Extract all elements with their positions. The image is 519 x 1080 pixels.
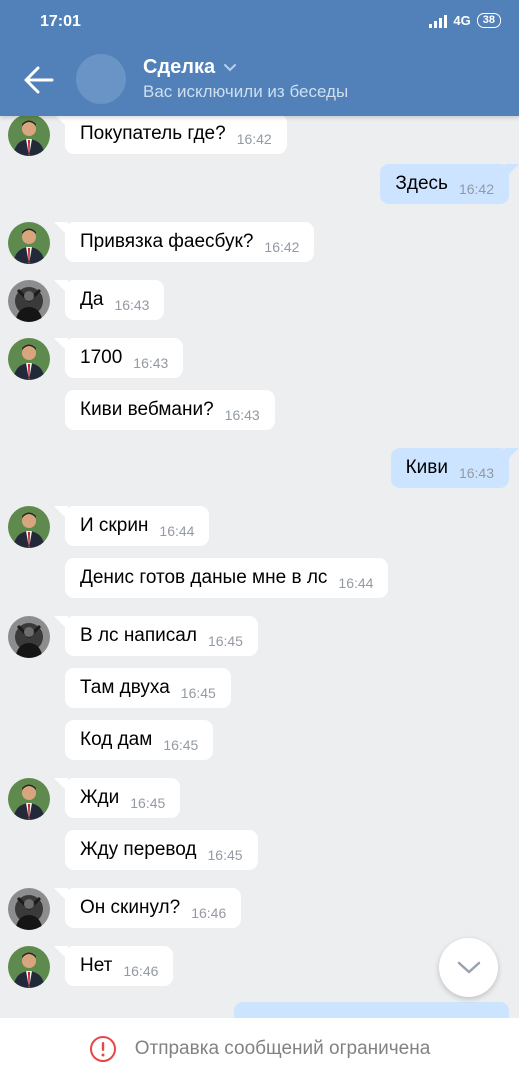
message-item: Привязка фаесбук? 16:42 xyxy=(0,222,519,264)
message-time: 16:42 xyxy=(236,130,272,147)
message-text: Денис готов даные мне в лс xyxy=(80,567,328,588)
avatar[interactable] xyxy=(8,778,50,820)
message-bubble[interactable]: Жди 16:45 xyxy=(65,778,181,818)
message-time: 16:45 xyxy=(180,684,216,701)
message-time: 16:46 xyxy=(123,962,159,979)
message-bubble[interactable]: Киви 16:43 xyxy=(390,448,509,488)
avatar[interactable] xyxy=(8,338,50,380)
message-bubble[interactable]: Денис готов даные мне в лс 16:44 xyxy=(65,558,389,598)
message-time: 16:45 xyxy=(207,846,243,863)
message-bubble[interactable]: Жду перевод 16:45 xyxy=(65,830,258,870)
message-bubble[interactable]: И скрин 16:44 xyxy=(65,506,210,546)
avatar[interactable] xyxy=(8,616,50,658)
message-text: Там двуха xyxy=(80,677,170,698)
chat-avatar[interactable] xyxy=(76,54,126,104)
message-time: 16:45 xyxy=(163,736,199,753)
message-bubble[interactable]: Код дам 16:45 xyxy=(65,720,214,760)
message-bubble[interactable]: Он скинул? 16:46 xyxy=(65,888,242,928)
message-bubble-partial xyxy=(234,1002,509,1018)
chat-subtitle: Вас исключили из беседы xyxy=(143,82,349,101)
message-text: Нет xyxy=(80,955,113,976)
signal-icon xyxy=(429,14,448,28)
message-text: Киви xyxy=(405,457,448,478)
status-bar: 17:01 4G 38 xyxy=(0,0,519,44)
message-bubble[interactable]: Здесь 16:42 xyxy=(380,164,509,204)
message-time: 16:43 xyxy=(114,296,150,313)
restriction-text: Отправка сообщений ограничена xyxy=(134,1038,431,1059)
message-text: 1700 xyxy=(80,347,123,368)
message-text: Привязка фаесбук? xyxy=(80,231,254,252)
avatar[interactable] xyxy=(8,280,50,322)
status-time: 17:01 xyxy=(40,13,81,30)
warning-circle-icon xyxy=(89,1036,116,1062)
message-item: Киви 16:43 xyxy=(0,448,519,488)
message-text: В лс написал xyxy=(80,625,197,646)
message-item: 1700 16:43 xyxy=(0,338,519,380)
message-time: 16:45 xyxy=(130,794,166,811)
message-list[interactable]: Покупатель где? 16:42 Здесь 16:42 Привяз… xyxy=(0,116,519,1018)
message-text: Покупатель где? xyxy=(80,123,226,144)
message-time: 16:44 xyxy=(159,522,195,539)
chevron-down-icon xyxy=(224,63,237,71)
message-bubble[interactable]: Покупатель где? 16:42 xyxy=(65,116,287,154)
message-item: Он скинул? 16:46 xyxy=(0,888,519,930)
message-item: Здесь 16:42 xyxy=(0,164,519,204)
message-item: Там двуха 16:45 xyxy=(0,668,519,708)
chat-title-text: Сделка xyxy=(143,56,216,78)
message-item: Покупатель где? 16:42 xyxy=(0,116,519,156)
message-text: Да xyxy=(80,289,104,310)
message-bubble[interactable]: Киви вебмани? 16:43 xyxy=(65,390,275,430)
message-time: 16:45 xyxy=(207,632,243,649)
message-bubble[interactable]: 1700 16:43 xyxy=(65,338,184,378)
message-bubble[interactable]: Привязка фаесбук? 16:42 xyxy=(65,222,315,262)
avatar[interactable] xyxy=(8,506,50,548)
message-time: 16:46 xyxy=(191,904,227,921)
message-bubble[interactable]: Нет 16:46 xyxy=(65,946,174,986)
message-item: Киви вебмани? 16:43 xyxy=(0,390,519,430)
message-time: 16:42 xyxy=(458,180,494,197)
message-bubble[interactable]: Да 16:43 xyxy=(65,280,165,320)
message-bubble[interactable]: Там двуха 16:45 xyxy=(65,668,231,708)
message-item: В лс написал 16:45 xyxy=(0,616,519,658)
message-text: Киви вебмани? xyxy=(80,399,214,420)
scroll-down-button[interactable] xyxy=(439,938,498,997)
avatar[interactable] xyxy=(8,222,50,264)
message-item: Денис готов даные мне в лс 16:44 xyxy=(0,558,519,598)
chat-header: 17:01 4G 38 Сделка Вас исключили из бесе… xyxy=(0,0,519,116)
status-icons: 4G 38 xyxy=(429,13,501,28)
avatar[interactable] xyxy=(8,946,50,988)
message-text: Жду перевод xyxy=(80,839,197,860)
message-time: 16:42 xyxy=(264,238,300,255)
avatar[interactable] xyxy=(8,888,50,930)
message-text: И скрин xyxy=(80,515,149,536)
message-item: Код дам 16:45 xyxy=(0,720,519,760)
chat-title[interactable]: Сделка xyxy=(143,56,237,79)
avatar[interactable] xyxy=(8,116,50,156)
back-arrow-icon[interactable] xyxy=(24,66,54,94)
battery-icon: 38 xyxy=(476,13,501,28)
network-type: 4G xyxy=(453,13,471,28)
message-time: 16:43 xyxy=(224,406,260,423)
message-item: Жду перевод 16:45 xyxy=(0,830,519,870)
message-time: 16:43 xyxy=(133,354,169,371)
message-item: Да 16:43 xyxy=(0,280,519,322)
message-text: Он скинул? xyxy=(80,897,181,918)
message-text: Код дам xyxy=(80,729,153,750)
composer-restricted-bar: Отправка сообщений ограничена xyxy=(0,1018,519,1080)
message-time: 16:43 xyxy=(458,464,494,481)
message-item: И скрин 16:44 xyxy=(0,506,519,548)
message-text: Жди xyxy=(80,787,120,808)
message-time: 16:44 xyxy=(338,574,374,591)
message-bubble[interactable]: В лс написал 16:45 xyxy=(65,616,258,656)
chevron-down-icon xyxy=(457,961,480,973)
message-item: Жди 16:45 xyxy=(0,778,519,820)
message-text: Здесь xyxy=(395,173,448,194)
